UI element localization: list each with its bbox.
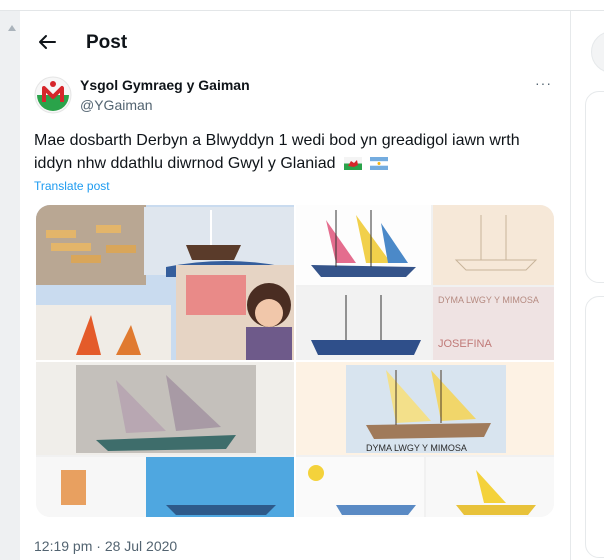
caption-mimosa-bottom: DYMA LWGY Y MIMOSA — [366, 443, 467, 453]
right-sidebar — [571, 11, 604, 560]
sidebar-avatar[interactable] — [591, 31, 604, 73]
more-icon[interactable]: ··· — [535, 75, 552, 91]
left-scroll-strip — [0, 11, 20, 560]
wales-flag-icon — [343, 157, 362, 170]
drawing-ship-colourful — [296, 205, 431, 285]
scroll-up-icon[interactable] — [8, 25, 16, 31]
drawing-ship-pencil — [433, 205, 554, 285]
argentina-flag-icon — [370, 157, 389, 170]
drawing-ship-yellow — [426, 457, 554, 517]
author-name[interactable]: Ysgol Gymraeg y Gaiman — [80, 77, 250, 93]
post-header: Post — [20, 29, 570, 61]
author-handle[interactable]: @YGaiman — [80, 97, 153, 113]
avatar[interactable] — [34, 76, 72, 114]
drawing-sun-ship — [296, 457, 424, 517]
photo-blocks-and-ship — [36, 205, 294, 360]
drawing-ship-sails-grey — [36, 362, 294, 455]
drawing-ship-orange — [36, 457, 146, 517]
post-body: Mae dosbarth Derbyn a Blwyddyn 1 wedi bo… — [34, 132, 520, 172]
sidebar-card — [585, 91, 604, 283]
translate-post-link[interactable]: Translate post — [34, 179, 110, 193]
drawing-ship-skyblue — [146, 457, 294, 517]
browser-top-bar — [0, 0, 604, 11]
back-arrow-icon[interactable] — [36, 31, 58, 53]
caption-mimosa-top: DYMA LWGY Y MIMOSA — [438, 295, 539, 305]
caption-josefina: JOSEFINA — [438, 338, 492, 350]
sidebar-card — [585, 296, 604, 558]
page-title: Post — [86, 32, 128, 53]
post-timestamp[interactable]: 12:19 pm · 28 Jul 2020 — [34, 538, 177, 554]
post-media-collage[interactable]: DYMA LWGY Y MIMOSA JOSEFINA DYMA LWGY Y … — [36, 205, 554, 517]
post-text: Mae dosbarth Derbyn a Blwyddyn 1 wedi bo… — [34, 129, 554, 175]
drawing-ship-blue — [296, 287, 431, 360]
post-panel: Post Ysgol Gymraeg y Gaiman @YGaiman ···… — [20, 11, 571, 560]
drawing-mimosa-coloured — [296, 362, 554, 455]
